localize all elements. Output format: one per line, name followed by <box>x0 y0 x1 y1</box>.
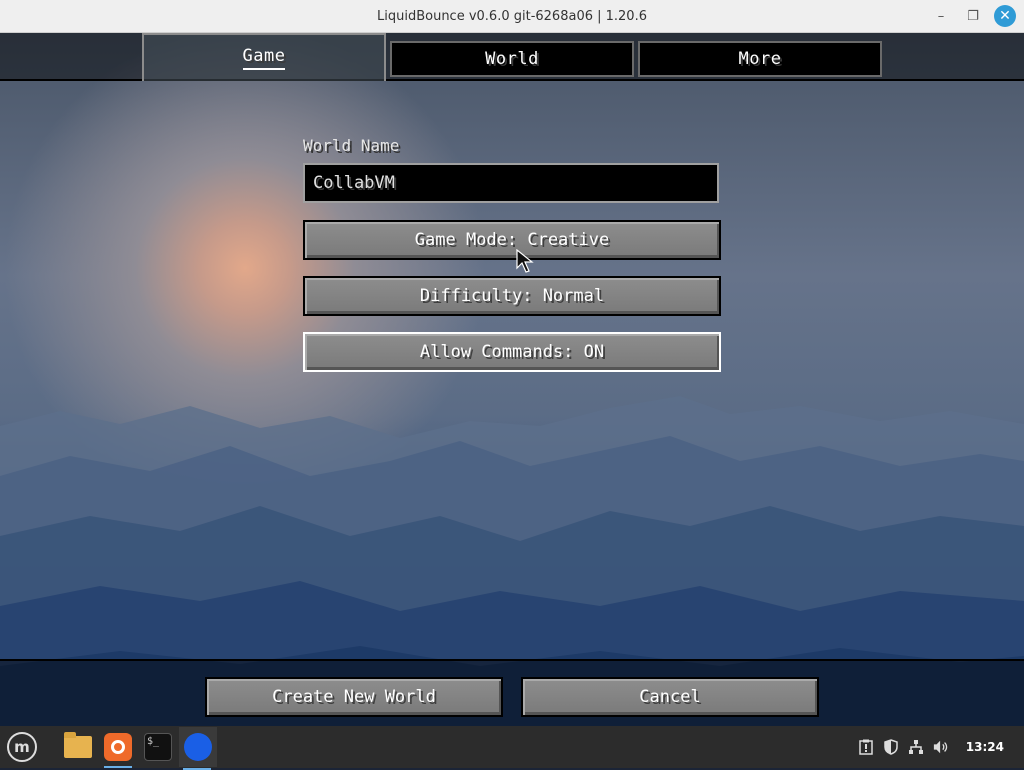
tab-more[interactable]: More <box>638 41 882 77</box>
system-tray: 13:24 <box>858 726 1024 768</box>
difficulty-button[interactable]: Difficulty: Normal <box>303 276 721 316</box>
terminal-icon: $_ <box>144 733 172 761</box>
footer-bar <box>0 659 1024 726</box>
taskbar: m $_ 13:24 <box>0 726 1024 770</box>
game-mode-button[interactable]: Game Mode: Creative <box>303 220 721 260</box>
volume-icon[interactable] <box>933 739 949 755</box>
update-manager-icon[interactable] <box>858 739 874 755</box>
maximize-button[interactable]: ❐ <box>962 5 984 27</box>
start-menu-button[interactable]: m <box>4 729 40 765</box>
allow-commands-button[interactable]: Allow Commands: ON <box>303 332 721 372</box>
clock[interactable]: 13:24 <box>966 740 1004 754</box>
cancel-button[interactable]: Cancel <box>521 677 819 717</box>
terminal-launcher[interactable]: $_ <box>140 729 176 765</box>
tab-game[interactable]: Game <box>142 33 386 81</box>
window-controls: – ❐ ✕ <box>930 5 1016 27</box>
firefox-icon <box>104 733 132 761</box>
minimize-button[interactable]: – <box>930 5 952 27</box>
game-viewport: Game World More World Name CollabVM Game… <box>0 33 1024 726</box>
folder-icon <box>64 732 92 758</box>
tab-more-label: More <box>738 49 782 69</box>
tab-world-label: World <box>485 49 539 69</box>
app-icon <box>184 733 212 761</box>
create-new-world-button[interactable]: Create New World <box>205 677 503 717</box>
game-app-button[interactable] <box>179 727 217 770</box>
window-title: LiquidBounce v0.6.0 git-6268a06 | 1.20.6 <box>377 8 647 24</box>
network-icon[interactable] <box>908 739 924 755</box>
files-launcher[interactable] <box>60 729 96 765</box>
world-name-input[interactable]: CollabVM <box>303 163 719 203</box>
tab-world[interactable]: World <box>390 41 634 77</box>
shield-icon[interactable] <box>883 739 899 755</box>
world-name-label: World Name <box>303 136 400 155</box>
linux-mint-icon: m <box>7 732 37 762</box>
mouse-cursor-icon <box>516 249 534 273</box>
close-button[interactable]: ✕ <box>994 5 1016 27</box>
firefox-launcher[interactable] <box>100 729 136 768</box>
tab-game-label: Game <box>242 46 286 70</box>
window-titlebar: LiquidBounce v0.6.0 git-6268a06 | 1.20.6… <box>0 0 1024 33</box>
